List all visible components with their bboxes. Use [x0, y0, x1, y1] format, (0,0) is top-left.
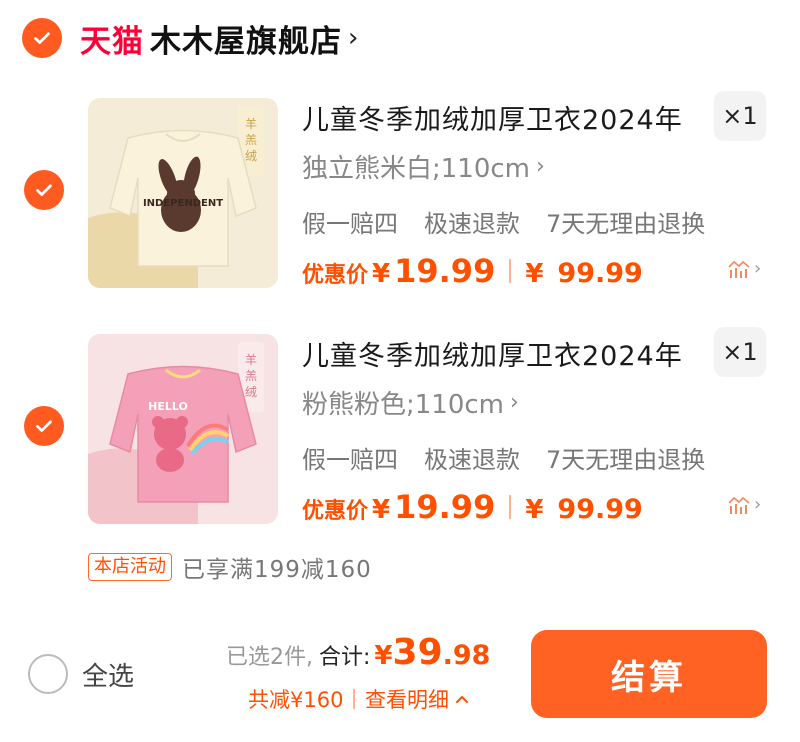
order-summary: 已选2件, 合计: ¥ 39 .98 [226, 632, 490, 673]
divider [353, 689, 355, 709]
divider [509, 495, 512, 519]
sku-text: 粉熊粉色;110cm [302, 390, 505, 420]
product-thumbnail[interactable]: 羊 羔 绒 INDEPENDENT [88, 98, 278, 288]
sku-selector[interactable]: 独立熊米白;110cm › [302, 148, 545, 185]
price-label: 优惠价 [302, 499, 369, 524]
original-price: 99.99 [557, 258, 643, 289]
svg-text:羔: 羔 [245, 369, 257, 383]
svg-text:绒: 绒 [245, 149, 257, 163]
chevron-right-icon: › [754, 258, 762, 279]
select-all-checkbox[interactable] [28, 654, 68, 694]
product-thumbnail[interactable]: 羊 羔 绒 HELLO [88, 334, 278, 524]
service-tags: 假一赔四 极速退款 7天无理由退换 [302, 440, 705, 475]
price-row: 优惠价 ¥ 19.99 ¥ 99.99 [302, 488, 643, 526]
sku-text: 独立熊米白;110cm [302, 154, 531, 184]
product-title[interactable]: 儿童冬季加绒加厚卫衣2024年 [302, 334, 683, 373]
quantity-button[interactable]: ×1 [714, 91, 766, 141]
store-name-link[interactable]: 木木屋旗舰店 [150, 16, 342, 61]
service-tag: 极速退款 [424, 210, 520, 238]
discount-summary: 共减¥160 查看明细 [248, 684, 469, 714]
quantity-button[interactable]: ×1 [714, 327, 766, 377]
divider [509, 259, 512, 283]
price-trend-button[interactable]: › [728, 494, 761, 515]
product-title[interactable]: 儿童冬季加绒加厚卫衣2024年 [302, 98, 683, 137]
chevron-right-icon: › [510, 390, 519, 415]
product-image: 羊 羔 绒 INDEPENDENT [88, 98, 278, 288]
chevron-right-icon[interactable]: › [348, 23, 358, 53]
price-chart-icon [728, 496, 750, 514]
service-tag: 7天无理由退换 [546, 210, 706, 238]
price-chart-icon [728, 260, 750, 278]
thumb-print-text: HELLO [148, 400, 188, 413]
service-tag: 7天无理由退换 [546, 446, 706, 474]
currency-symbol: ¥ [372, 259, 391, 289]
price-row: 优惠价 ¥ 19.99 ¥ 99.99 [302, 252, 643, 290]
thumb-print-text: INDEPENDENT [143, 198, 223, 209]
price-label: 优惠价 [302, 263, 369, 288]
cart-item: 羊 羔 绒 HELLO 儿童冬季加绒加厚卫衣2024年 ×1 粉熊粉色;110c… [0, 327, 800, 534]
item-select-checkbox[interactable] [24, 406, 64, 446]
store-select-checkbox[interactable] [22, 18, 62, 58]
promotion-badge: 本店活动 [88, 553, 172, 581]
select-all-label[interactable]: 全选 [82, 656, 134, 693]
service-tag: 极速退款 [424, 446, 520, 474]
chevron-up-icon [455, 696, 468, 703]
chevron-right-icon: › [754, 494, 762, 515]
checkmark-icon [36, 420, 52, 432]
svg-text:羊: 羊 [245, 352, 257, 367]
total-amount-decimal: .98 [442, 640, 491, 671]
chevron-right-icon: › [536, 154, 545, 179]
service-tag: 假一赔四 [302, 210, 398, 238]
service-tag: 假一赔四 [302, 446, 398, 474]
product-image: 羊 羔 绒 HELLO [88, 334, 278, 524]
checkmark-icon [34, 32, 50, 44]
promotion-text: 已享满199减160 [182, 557, 372, 583]
discount-price: 19.99 [394, 488, 496, 526]
sku-selector[interactable]: 粉熊粉色;110cm › [302, 384, 519, 421]
tmall-logo: 天猫 [80, 23, 144, 60]
svg-text:羔: 羔 [245, 133, 257, 147]
price-trend-button[interactable]: › [728, 258, 761, 279]
store-header: 天猫 木木屋旗舰店 › [22, 14, 358, 62]
currency-symbol: ¥ [374, 641, 393, 671]
svg-text:羊: 羊 [245, 116, 257, 131]
checkout-button[interactable]: 结算 [531, 630, 767, 718]
item-select-checkbox[interactable] [24, 170, 64, 210]
cart-item: 羊 羔 绒 INDEPENDENT 儿童冬季加绒加厚卫衣2024年 ×1 独立熊… [0, 91, 800, 298]
service-tags: 假一赔四 极速退款 7天无理由退换 [302, 204, 705, 239]
svg-text:绒: 绒 [245, 385, 257, 399]
total-label: 合计: [319, 645, 371, 670]
original-price: 99.99 [557, 494, 643, 525]
view-details-link[interactable]: 查看明细 [365, 684, 469, 714]
discount-total: 共减¥160 [248, 688, 344, 712]
discount-price: 19.99 [394, 252, 496, 290]
selected-count: 已选2件, [226, 645, 313, 670]
currency-symbol: ¥ [372, 495, 391, 525]
view-details-label: 查看明细 [364, 688, 449, 712]
total-amount-integer: 39 [392, 632, 443, 673]
currency-symbol: ¥ [525, 495, 544, 525]
store-promotion[interactable]: 本店活动 已享满199减160 [88, 550, 372, 584]
currency-symbol: ¥ [525, 259, 544, 289]
checkmark-icon [36, 184, 52, 196]
